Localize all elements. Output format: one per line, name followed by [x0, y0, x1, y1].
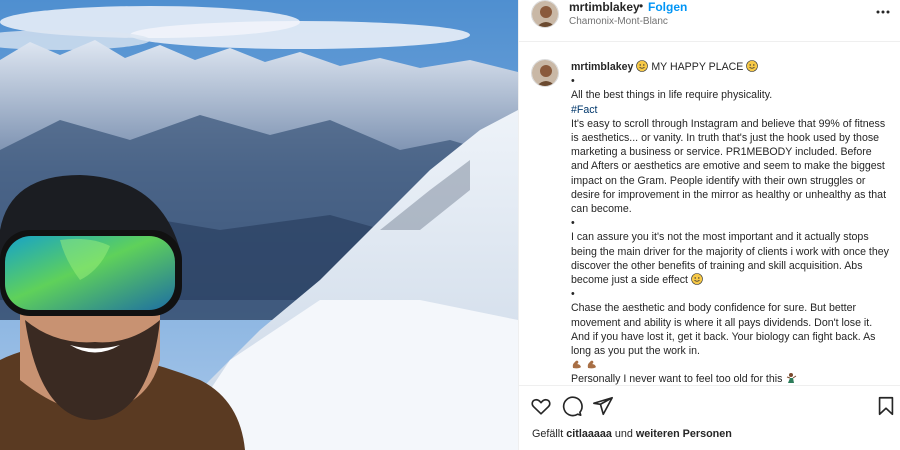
caption-bullet: • — [571, 217, 575, 230]
header-separator: • — [639, 0, 644, 13]
caption-bullet: • — [571, 288, 575, 301]
heart-icon[interactable] — [530, 395, 552, 417]
caption-line: All the best things in life require phys… — [571, 89, 773, 102]
location-link[interactable]: Chamonix-Mont-Blanc — [569, 16, 668, 27]
caption-paragraph: It's easy to scroll through Instagram an… — [571, 117, 887, 216]
hashtag-link[interactable]: #Fact — [571, 103, 891, 117]
smiling-face-icon — [746, 60, 759, 72]
caption-paragraph: I can assure you it's not the most impor… — [571, 231, 889, 287]
likes-middle: und — [614, 428, 633, 440]
likes-others-link[interactable]: weiteren Personen — [636, 428, 732, 440]
likes-prefix: Gefällt — [532, 428, 564, 440]
avatar[interactable] — [531, 0, 559, 28]
caption-username[interactable]: mrtimblakey — [571, 61, 633, 73]
header-username[interactable]: mrtimblakey — [569, 0, 640, 14]
post-sidebar: mrtimblakey • Folgen Chamonix-Mont-Blanc… — [518, 0, 900, 450]
caption-paragraph: Chase the aesthetic and body confidence … — [571, 302, 876, 358]
post-photo[interactable] — [0, 0, 518, 450]
caption-avatar[interactable] — [531, 59, 559, 87]
comment-icon[interactable] — [561, 395, 583, 417]
caption-text: mrtimblakey MY HAPPY PLACE • All the bes… — [571, 60, 891, 385]
bookmark-icon[interactable] — [875, 395, 897, 417]
mountain-selfie-image — [0, 0, 518, 450]
person-climbing-icon — [787, 373, 797, 384]
caption-title: MY HAPPY PLACE — [651, 61, 744, 73]
flexed-biceps-icon — [587, 360, 596, 369]
smiling-face-icon — [636, 60, 649, 72]
more-horizontal-icon[interactable] — [875, 4, 891, 20]
likes-summary: Gefällt citlaaaaa und weiteren Personen — [532, 428, 732, 440]
post-header: mrtimblakey • Folgen Chamonix-Mont-Blanc — [519, 0, 900, 42]
share-icon[interactable] — [592, 395, 614, 417]
caption-area: mrtimblakey MY HAPPY PLACE • All the bes… — [519, 42, 900, 385]
smiling-face-icon — [691, 273, 703, 285]
flexed-biceps-icon — [572, 360, 581, 369]
caption-bullet: • — [571, 75, 575, 88]
follow-button[interactable]: Folgen — [648, 0, 687, 14]
action-bar: Gefällt citlaaaaa und weiteren Personen — [519, 385, 900, 450]
liker-username[interactable]: citlaaaaa — [566, 428, 612, 440]
caption-paragraph: Personally I never want to feel too old … — [571, 373, 783, 385]
